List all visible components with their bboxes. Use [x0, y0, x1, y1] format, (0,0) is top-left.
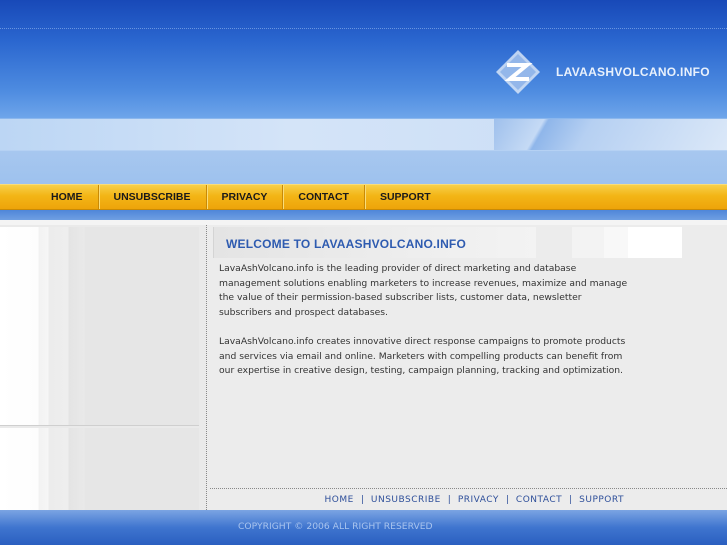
- footer-link-unsubscribe[interactable]: UNSUBSCRIBE: [371, 495, 441, 505]
- footer-link-contact[interactable]: CONTACT: [516, 495, 562, 505]
- sidebar-panel-top: [0, 227, 199, 426]
- header-dotted-line: [0, 28, 727, 29]
- nav-item-home[interactable]: HOME: [36, 185, 99, 209]
- site-logo[interactable]: LAVAASHVOLCANO.INFO: [494, 48, 710, 96]
- intro-text: LavaAshVolcano.info is the leading provi…: [219, 262, 629, 393]
- footer-separator: |: [447, 494, 451, 505]
- footer-links: HOME | UNSUBSCRIBE | PRIVACY | CONTACT |…: [210, 488, 727, 510]
- nav-item-support[interactable]: SUPPORT: [365, 185, 446, 209]
- site-header: LAVAASHVOLCANO.INFO: [0, 0, 727, 184]
- welcome-bar: WELCOME TO LAVAASHVOLCANO.INFO: [213, 227, 536, 258]
- footer-separator: |: [360, 494, 364, 505]
- nav-item-privacy[interactable]: PRIVACY: [207, 185, 284, 209]
- decorative-block: [572, 227, 604, 258]
- intro-paragraph-2: LavaAshVolcano.info creates innovative d…: [219, 335, 626, 377]
- sidebar: [0, 225, 207, 510]
- site-footer: COPYRIGHT © 2006 ALL RIGHT RESERVED: [0, 510, 727, 545]
- header-light-block: [494, 119, 727, 150]
- nav-item-contact[interactable]: CONTACT: [283, 185, 365, 209]
- footer-link-support[interactable]: SUPPORT: [579, 495, 624, 505]
- footer-link-home[interactable]: HOME: [325, 495, 354, 505]
- footer-link-privacy[interactable]: PRIVACY: [458, 495, 499, 505]
- nav-underline-blue: [0, 210, 727, 220]
- footer-separator: |: [505, 494, 509, 505]
- copyright-text: COPYRIGHT © 2006 ALL RIGHT RESERVED: [238, 521, 433, 532]
- page-title: WELCOME TO LAVAASHVOLCANO.INFO: [226, 237, 466, 251]
- sidebar-panel-bottom: [0, 428, 199, 510]
- decorative-block: [604, 227, 628, 258]
- decorative-block: [628, 227, 682, 258]
- nav-item-unsubscribe[interactable]: UNSUBSCRIBE: [99, 185, 207, 209]
- intro-paragraph-1: LavaAshVolcano.info is the leading provi…: [219, 263, 628, 318]
- site-logo-text: LAVAASHVOLCANO.INFO: [556, 65, 710, 79]
- diamond-z-logo-icon: [496, 50, 540, 94]
- footer-separator: |: [569, 494, 573, 505]
- main-content: WELCOME TO LAVAASHVOLCANO.INFO LavaAshVo…: [208, 225, 727, 510]
- main-nav: HOME UNSUBSCRIBE PRIVACY CONTACT SUPPORT: [0, 184, 727, 210]
